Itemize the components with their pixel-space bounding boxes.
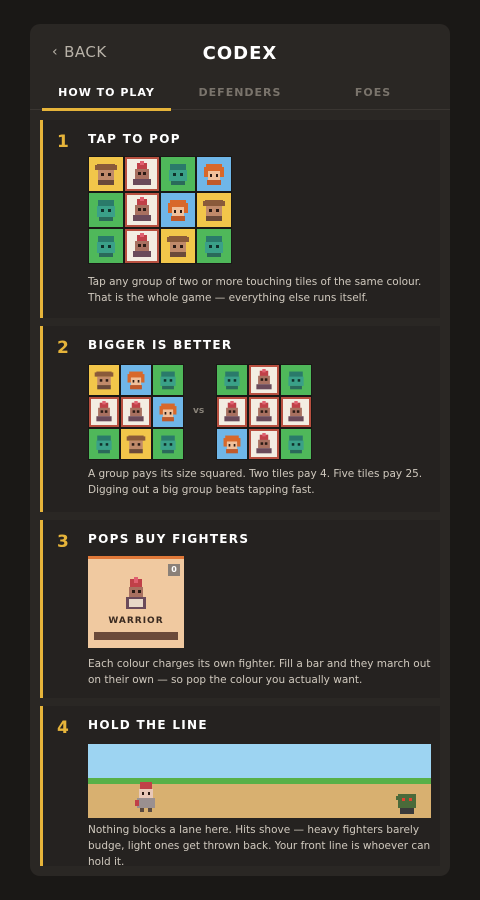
page-title: CODEX (202, 43, 278, 64)
tile-green[interactable] (217, 365, 247, 395)
header: ‹ BACK CODEX (30, 24, 450, 86)
tile-green[interactable] (89, 229, 123, 263)
tile-face-icon (167, 236, 189, 257)
tile-face-icon (224, 371, 240, 390)
tile-grid-before (88, 364, 184, 460)
step-description: Nothing blocks a lane here. Hits shove —… (88, 824, 431, 868)
tile-white[interactable] (249, 429, 279, 459)
tile-face-icon (256, 401, 272, 422)
tile-face-icon (169, 164, 187, 185)
tile-face-icon (126, 435, 146, 454)
tile-white[interactable] (249, 397, 279, 427)
tile-yellow[interactable] (161, 229, 195, 263)
step-description: A group pays its size squared. Two tiles… (88, 468, 423, 496)
step-number: 4 (57, 718, 69, 738)
step-number: 3 (57, 532, 69, 552)
step-description: Tap any group of two or more touching ti… (88, 276, 422, 304)
tile-face-icon (97, 236, 115, 257)
tile-green[interactable] (197, 229, 231, 263)
tile-grid-after (216, 364, 312, 460)
tile-white[interactable] (121, 397, 151, 427)
step-title: HOLD THE LINE (88, 718, 208, 732)
vs-label: vs (193, 406, 205, 416)
tile-white[interactable] (125, 193, 159, 227)
tile-face-icon (204, 164, 224, 185)
tile-white[interactable] (89, 397, 119, 427)
tile-face-icon (223, 435, 241, 454)
tile-yellow[interactable] (89, 157, 123, 191)
tile-yellow[interactable] (89, 365, 119, 395)
tile-green[interactable] (281, 429, 311, 459)
tile-yellow[interactable] (121, 429, 151, 459)
tile-face-icon (224, 401, 240, 422)
step-card-2: 2 BIGGER IS BETTER vs A group pays its s… (40, 326, 440, 512)
tile-face-icon (203, 200, 225, 221)
goblin-foe-sprite (396, 794, 416, 814)
tile-face-icon (95, 164, 117, 185)
tile-face-icon (127, 371, 145, 390)
tile-green[interactable] (89, 429, 119, 459)
fighter-card-warrior: 0 WARRIOR (88, 556, 184, 648)
tile-blue[interactable] (217, 429, 247, 459)
fighter-name: WARRIOR (108, 616, 164, 626)
step-card-1: 1 TAP TO POP Tap any group of two or mor… (40, 120, 440, 318)
step-number: 2 (57, 338, 69, 358)
tab-label: DEFENDERS (198, 86, 282, 99)
tile-white[interactable] (281, 397, 311, 427)
tile-face-icon (97, 200, 115, 221)
tile-white[interactable] (125, 157, 159, 191)
tab-bar: HOW TO PLAY DEFENDERS FOES (30, 86, 450, 111)
charge-bar (94, 632, 178, 640)
tile-face-icon (133, 197, 151, 221)
tile-face-icon (256, 369, 272, 390)
fighter-count-badge: 0 (168, 564, 180, 576)
step-card-3: 3 POPS BUY FIGHTERS 0 WARRIOR Each colou… (40, 520, 440, 698)
tile-blue[interactable] (153, 397, 183, 427)
tile-white[interactable] (217, 397, 247, 427)
tile-grid (88, 156, 232, 264)
warrior-icon (126, 577, 146, 609)
active-tab-indicator (42, 108, 171, 111)
step-number: 1 (57, 132, 69, 152)
tile-face-icon (128, 401, 144, 422)
tile-face-icon (94, 371, 114, 390)
tile-face-icon (159, 403, 177, 422)
step-title: BIGGER IS BETTER (88, 338, 233, 352)
tile-face-icon (288, 435, 304, 454)
tile-green[interactable] (281, 365, 311, 395)
tile-face-icon (205, 236, 223, 257)
tile-blue[interactable] (161, 193, 195, 227)
tab-label: HOW TO PLAY (58, 86, 155, 99)
tile-face-icon (168, 200, 188, 221)
lane-scene (88, 744, 431, 818)
tile-face-icon (160, 435, 176, 454)
tile-face-icon (96, 401, 112, 422)
tile-face-icon (96, 435, 112, 454)
tile-green[interactable] (89, 193, 123, 227)
tile-blue[interactable] (121, 365, 151, 395)
tile-blue[interactable] (197, 157, 231, 191)
tile-green[interactable] (153, 429, 183, 459)
step-card-4: 4 HOLD THE LINE Nothing blocks a lane he… (40, 706, 440, 868)
step-description: Each colour charges its own fighter. Fil… (88, 658, 431, 686)
tile-face-icon (160, 371, 176, 390)
tile-green[interactable] (153, 365, 183, 395)
codex-panel: ‹ BACK CODEX HOW TO PLAY DEFENDERS FOES … (30, 24, 450, 876)
tab-label: FOES (354, 86, 392, 99)
tab-defenders[interactable]: DEFENDERS (175, 86, 305, 110)
tile-face-icon (288, 401, 304, 422)
tile-yellow[interactable] (197, 193, 231, 227)
warrior-sprite (135, 782, 155, 812)
step-title: POPS BUY FIGHTERS (88, 532, 250, 546)
tile-white[interactable] (125, 229, 159, 263)
tile-face-icon (256, 433, 272, 454)
tile-face-icon (133, 161, 151, 185)
tile-face-icon (288, 371, 304, 390)
tile-green[interactable] (161, 157, 195, 191)
tile-white[interactable] (249, 365, 279, 395)
step-title: TAP TO POP (88, 132, 181, 146)
tab-how-to-play[interactable]: HOW TO PLAY (42, 86, 171, 111)
tile-face-icon (133, 233, 151, 257)
tab-foes[interactable]: FOES (308, 86, 438, 110)
